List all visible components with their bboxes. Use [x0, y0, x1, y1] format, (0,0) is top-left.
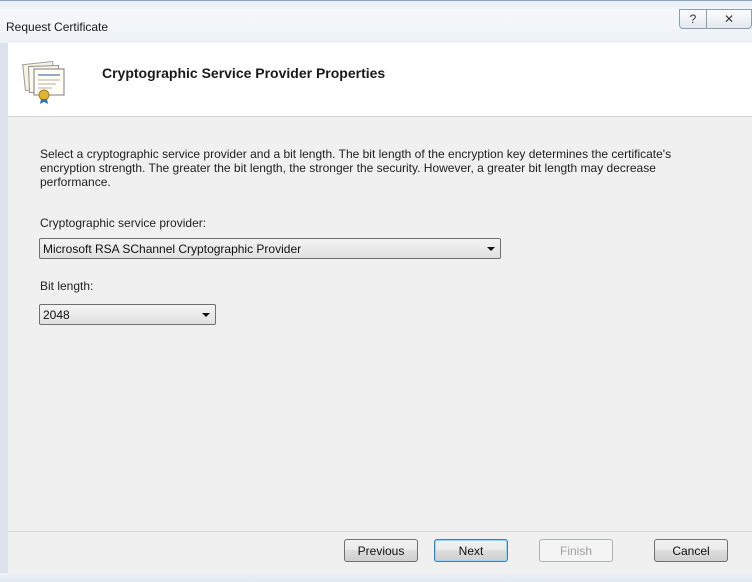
- bit-length-dropdown[interactable]: 2048: [39, 304, 216, 325]
- wizard-header: Cryptographic Service Provider Propertie…: [8, 43, 752, 117]
- finish-button[interactable]: Finish: [539, 539, 613, 562]
- chevron-down-icon: [487, 247, 495, 251]
- close-icon: ✕: [723, 12, 735, 26]
- bit-length-selected-value: 2048: [43, 308, 70, 322]
- cancel-button[interactable]: Cancel: [654, 539, 728, 562]
- bit-length-label: Bit length:: [40, 279, 94, 293]
- request-certificate-dialog: Request Certificate ? ✕ Cryptographic Se…: [0, 0, 752, 582]
- csp-label: Cryptographic service provider:: [40, 216, 207, 230]
- chevron-down-icon: [202, 313, 210, 317]
- close-button[interactable]: ✕: [707, 9, 752, 29]
- certificate-icon: [22, 60, 65, 104]
- help-button[interactable]: ?: [679, 9, 707, 29]
- previous-button[interactable]: Previous: [344, 539, 418, 562]
- page-title: Cryptographic Service Provider Propertie…: [102, 65, 386, 81]
- next-button[interactable]: Next: [434, 539, 508, 562]
- description-text: Select a cryptographic service provider …: [40, 147, 672, 189]
- footer-divider: [8, 531, 752, 532]
- window-title: Request Certificate: [6, 20, 109, 34]
- title-bar[interactable]: Request Certificate ? ✕: [0, 9, 752, 43]
- help-icon: ?: [689, 12, 697, 26]
- csp-selected-value: Microsoft RSA SChannel Cryptographic Pro…: [43, 242, 302, 256]
- csp-dropdown[interactable]: Microsoft RSA SChannel Cryptographic Pro…: [39, 238, 501, 259]
- wizard-content: Select a cryptographic service provider …: [8, 117, 752, 582]
- background-window-strip: [0, 1, 752, 9]
- left-edge: [0, 43, 8, 582]
